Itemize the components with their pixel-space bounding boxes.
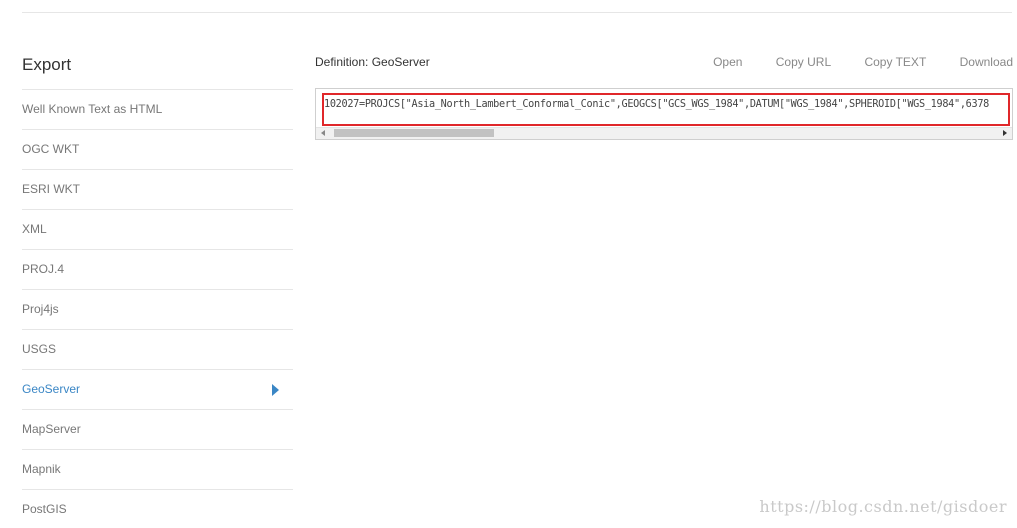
sidebar-item-label: Proj4js <box>22 302 59 316</box>
sidebar-item-proj4[interactable]: PROJ.4 <box>22 250 293 290</box>
definition-header: Definition: GeoServer Open Copy URL Copy… <box>315 46 1013 76</box>
sidebar-item-postgis[interactable]: PostGIS <box>22 490 293 528</box>
sidebar-item-mapnik[interactable]: Mapnik <box>22 450 293 490</box>
copy-url-link[interactable]: Copy URL <box>776 55 831 69</box>
sidebar-item-xml[interactable]: XML <box>22 210 293 250</box>
watermark: https://blog.csdn.net/gisdoer <box>759 497 1007 516</box>
sidebar-item-esri-wkt[interactable]: ESRI WKT <box>22 170 293 210</box>
sidebar-title: Export <box>22 46 293 90</box>
definition-actions: Open Copy URL Copy TEXT Download <box>683 55 1013 69</box>
sidebar-item-wkt-html[interactable]: Well Known Text as HTML <box>22 90 293 130</box>
copy-text-link[interactable]: Copy TEXT <box>864 55 926 69</box>
sidebar-item-label: XML <box>22 222 47 236</box>
scroll-right-arrow-icon[interactable] <box>1003 130 1007 136</box>
export-sidebar: Export Well Known Text as HTML OGC WKT E… <box>22 46 293 528</box>
sidebar-item-geoserver[interactable]: GeoServer <box>22 370 293 410</box>
definition-code-box[interactable]: 102027=PROJCS["Asia_North_Lambert_Confor… <box>315 88 1013 140</box>
scroll-left-arrow-icon[interactable] <box>321 130 325 136</box>
definition-title: Definition: GeoServer <box>315 55 430 69</box>
sidebar-item-label: ESRI WKT <box>22 182 81 196</box>
sidebar-item-proj4js[interactable]: Proj4js <box>22 290 293 330</box>
open-link[interactable]: Open <box>713 55 742 69</box>
top-divider <box>22 12 1012 13</box>
sidebar-item-label: Mapnik <box>22 462 61 476</box>
red-highlight-box <box>322 93 1010 126</box>
sidebar-item-mapserver[interactable]: MapServer <box>22 410 293 450</box>
sidebar-item-label: PROJ.4 <box>22 262 65 276</box>
page: Export Well Known Text as HTML OGC WKT E… <box>0 0 1017 528</box>
sidebar-item-ogc-wkt[interactable]: OGC WKT <box>22 130 293 170</box>
sidebar-item-label: OGC WKT <box>22 142 80 156</box>
sidebar-item-label: Well Known Text as HTML <box>22 102 163 116</box>
sidebar-item-label: GeoServer <box>22 382 81 396</box>
horizontal-scrollbar[interactable] <box>316 127 1012 139</box>
scrollbar-thumb[interactable] <box>334 129 494 137</box>
download-link[interactable]: Download <box>960 55 1013 69</box>
sidebar-item-usgs[interactable]: USGS <box>22 330 293 370</box>
definition-panel: Definition: GeoServer Open Copy URL Copy… <box>315 46 1013 140</box>
sidebar-item-label: PostGIS <box>22 502 67 516</box>
chevron-right-icon <box>272 384 279 396</box>
sidebar-item-label: MapServer <box>22 422 81 436</box>
sidebar-item-label: USGS <box>22 342 57 356</box>
